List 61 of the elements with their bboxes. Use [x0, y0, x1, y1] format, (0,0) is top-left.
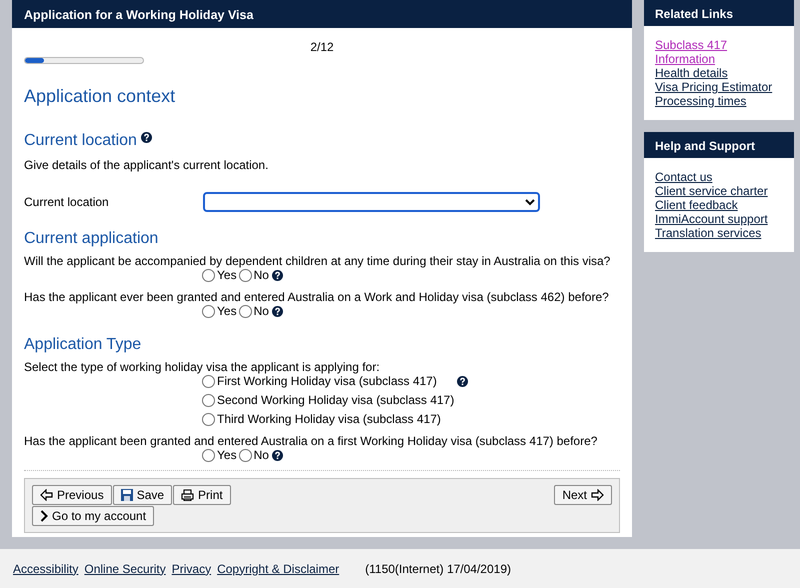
sidebar-link[interactable]: Translation services: [655, 226, 762, 240]
footer-link[interactable]: Privacy: [172, 562, 212, 576]
question-text: Select the type of working holiday visa the applicant is applying for:: [24, 360, 381, 374]
radio-button[interactable]: [202, 374, 215, 388]
version-text: (1150(Internet) 17/04/2019): [365, 562, 511, 576]
page-heading: Application context: [24, 86, 176, 107]
footer-link[interactable]: Accessibility: [13, 562, 78, 576]
sidebar-link[interactable]: Contact us: [655, 170, 712, 184]
option-label: Yes: [217, 448, 237, 462]
sidebar-heading: Help and Support: [644, 132, 794, 158]
help-icon[interactable]: [456, 376, 468, 386]
previous-button[interactable]: Previous: [32, 485, 112, 505]
option-label: Yes: [217, 268, 237, 282]
chevron-right-icon: [40, 510, 48, 522]
arrow-left-icon: [40, 489, 53, 501]
sidebar-link[interactable]: ImmiAccount support: [655, 212, 768, 226]
radio-button[interactable]: [202, 394, 215, 406]
next-button[interactable]: Next: [554, 485, 612, 505]
radio-button[interactable]: [238, 448, 252, 462]
option-label: Second Working Holiday visa (subclass 417): [217, 393, 454, 407]
question-text: Will the applicant be accompanied by dependent children at any time during their stay in Australia on this visa?: [24, 254, 612, 268]
printer-icon: [181, 489, 194, 501]
help-icon[interactable]: [272, 450, 283, 460]
sidebar-link[interactable]: Client service charter: [655, 184, 768, 198]
footer-link[interactable]: Online Security: [84, 562, 166, 576]
option-label: First Working Holiday visa (subclass 417): [217, 374, 437, 388]
section-heading: Current location: [24, 132, 137, 149]
question-text: Has the applicant been granted and entered Australia on a first Working Holiday visa (subclass 417) before?: [24, 434, 598, 448]
footer-link[interactable]: Copyright & Disclaimer: [217, 562, 340, 576]
sidebar-link[interactable]: Processing times: [655, 94, 746, 108]
instruction-text: Give details of the applicant's current location.: [24, 158, 270, 172]
radio-button[interactable]: [202, 412, 215, 426]
section-heading: Application Type: [24, 336, 142, 353]
section-heading: Current application: [24, 230, 158, 247]
field-label: Current location: [24, 195, 110, 209]
option-label: Yes: [217, 304, 237, 318]
arrow-right-icon: [591, 489, 604, 501]
radio-button[interactable]: [202, 268, 215, 282]
option-label: No: [254, 304, 269, 318]
sidebar-link[interactable]: Health details: [655, 66, 728, 80]
radio-button[interactable]: [202, 304, 215, 318]
save-button[interactable]: Save: [112, 485, 172, 505]
option-label: Third Working Holiday visa (subclass 417): [217, 412, 441, 426]
account-button[interactable]: Go to my account: [32, 506, 154, 526]
form-title: Application for a Working Holiday Visa: [12, 0, 632, 28]
sidebar-heading: Related Links: [644, 0, 794, 26]
sidebar-link[interactable]: Visa Pricing Estimator: [655, 80, 772, 94]
question-text: Has the applicant ever been granted and entered Australia on a Work and Holiday visa (subclass 462) before?: [24, 290, 610, 304]
progress-reading: 2/12: [310, 40, 334, 54]
location-dropdown[interactable]: [203, 192, 540, 212]
option-label: No: [254, 448, 269, 462]
option-label: No: [254, 268, 269, 282]
help-icon[interactable]: [272, 306, 283, 316]
radio-button[interactable]: [202, 448, 215, 462]
radio-button[interactable]: [238, 268, 252, 282]
help-icon[interactable]: [272, 270, 283, 280]
sidebar-link[interactable]: Subclass 417 Information: [655, 38, 783, 66]
radio-button[interactable]: [238, 304, 252, 318]
print-button[interactable]: Print: [173, 485, 231, 505]
sidebar-link[interactable]: Client feedback: [655, 198, 738, 212]
help-icon[interactable]: [141, 132, 152, 143]
